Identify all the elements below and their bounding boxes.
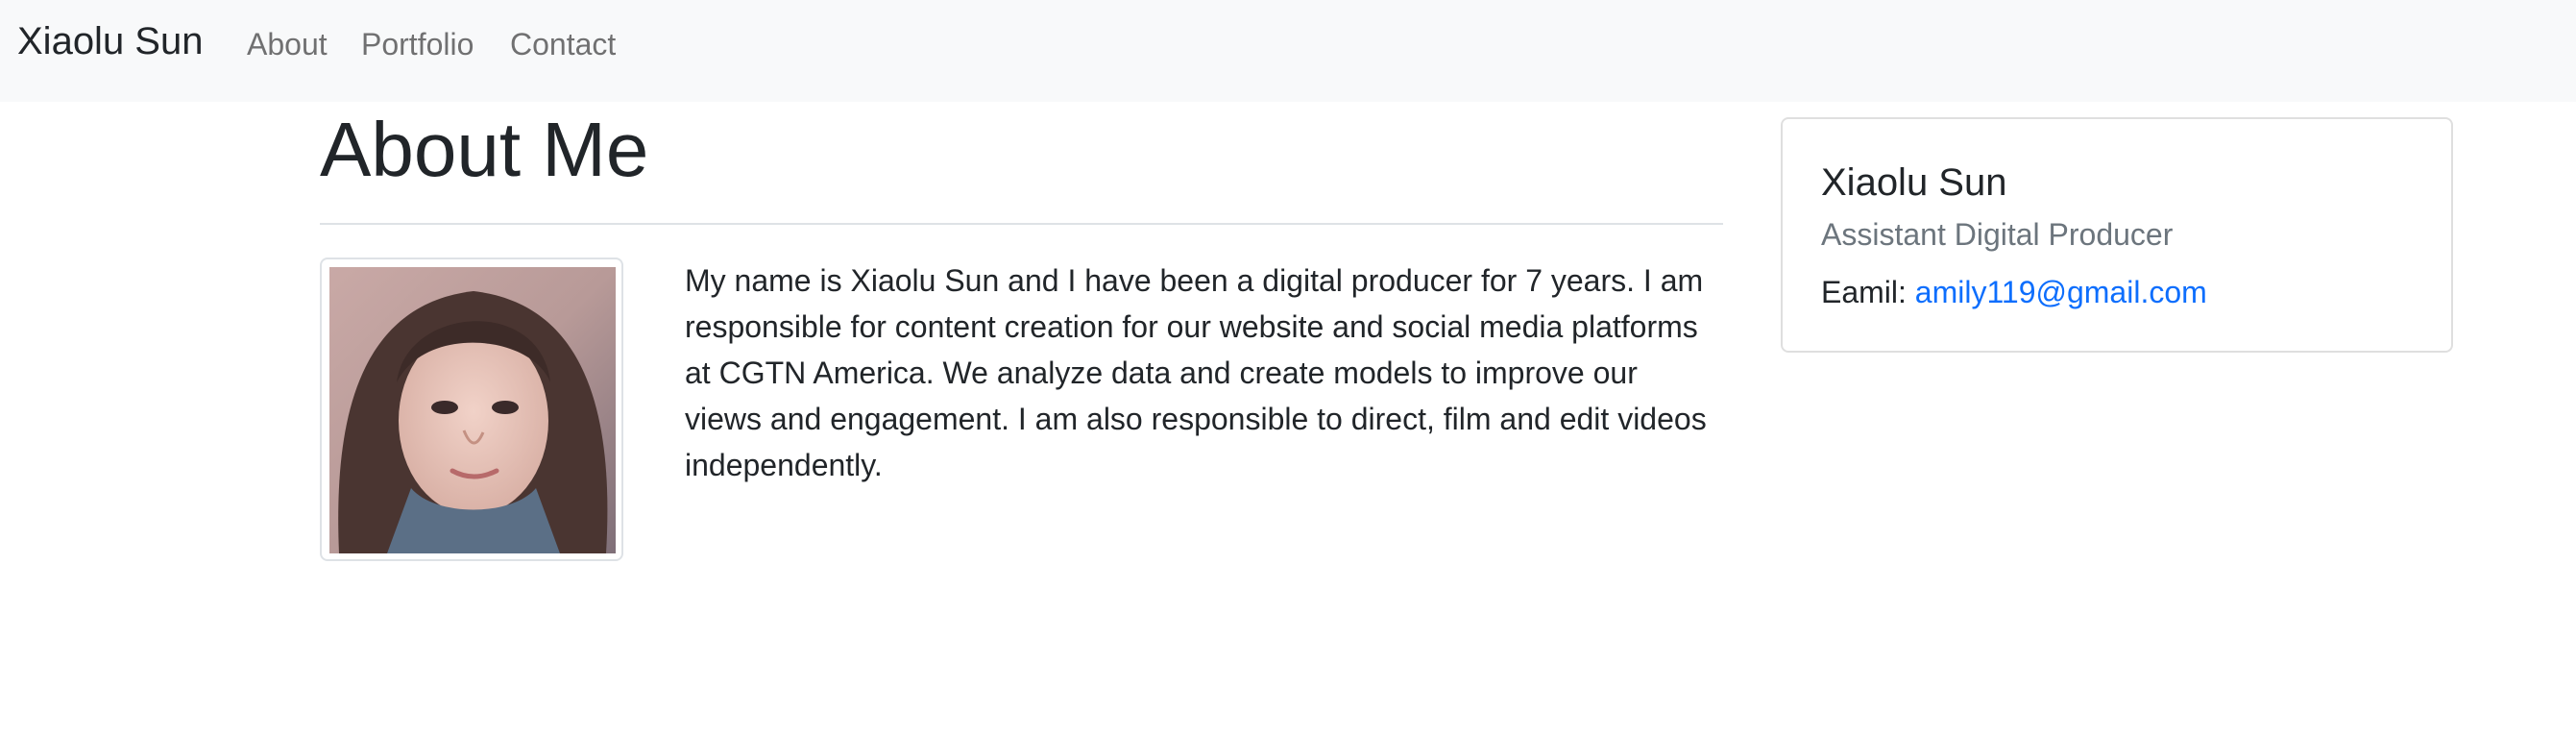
nav-link-about[interactable]: About <box>247 23 328 65</box>
email-label: Eamil: <box>1821 275 1907 309</box>
nav-link-contact[interactable]: Contact <box>510 23 616 65</box>
email-link[interactable]: amily119@gmail.com <box>1915 275 2207 309</box>
card-name: Xiaolu Sun <box>1821 161 2007 204</box>
navbar: Xiaolu Sun About Portfolio Contact <box>0 0 2576 102</box>
bio-text: My name is Xiaolu Sun and I have been a … <box>685 263 1707 482</box>
profile-photo <box>329 267 616 553</box>
profile-card: Xiaolu Sun Assistant Digital Producer Ea… <box>1781 117 2453 353</box>
nav-link-portfolio[interactable]: Portfolio <box>361 23 474 65</box>
card-email-line: Eamil: amily119@gmail.com <box>1821 271 2207 313</box>
page-title: About Me <box>320 107 649 192</box>
heading-divider <box>320 223 1723 225</box>
brand-link[interactable]: Xiaolu Sun <box>17 17 203 65</box>
card-job-title: Assistant Digital Producer <box>1821 217 2174 252</box>
profile-photo-frame <box>320 258 623 561</box>
